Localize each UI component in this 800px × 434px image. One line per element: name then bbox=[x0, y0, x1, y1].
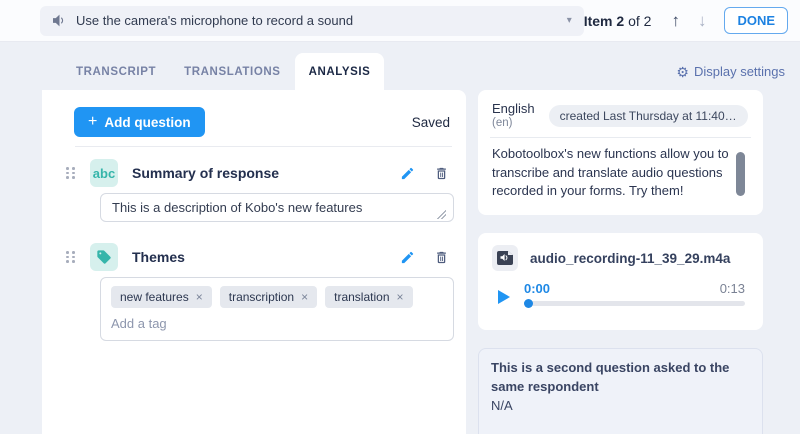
drag-handle-icon[interactable] bbox=[66, 251, 76, 263]
delete-question-button[interactable] bbox=[429, 164, 454, 183]
question-title: Summary of response bbox=[132, 165, 386, 181]
item-counter: Item 2 of 2 bbox=[584, 13, 652, 29]
item-counter-total: of 2 bbox=[624, 13, 651, 29]
question-selector-dropdown[interactable]: Use the camera's microphone to record a … bbox=[40, 6, 584, 36]
audio-file-row: audio_recording-11_39_29.m4a bbox=[492, 245, 749, 271]
done-button[interactable]: DONE bbox=[724, 7, 788, 34]
analysis-panel-header: + Add question Saved bbox=[74, 107, 450, 137]
tag-chip: transcription × bbox=[220, 286, 317, 308]
play-button[interactable] bbox=[492, 290, 510, 306]
audio-progress-area: 0:00 0:13 bbox=[524, 281, 749, 306]
question-row-summary: abc Summary of response bbox=[66, 159, 454, 187]
transcript-text: Kobotoolbox's new functions allow you to… bbox=[492, 145, 740, 200]
language-block: English (en) bbox=[492, 101, 535, 129]
next-item-button[interactable]: ↓ bbox=[694, 10, 711, 31]
tab-translations[interactable]: TRANSLATIONS bbox=[170, 53, 294, 90]
trash-icon bbox=[434, 166, 449, 181]
next-question-answer: N/A bbox=[491, 397, 750, 416]
audio-file-icon bbox=[492, 245, 518, 271]
audio-time-row: 0:00 0:13 bbox=[524, 281, 745, 296]
total-duration: 0:13 bbox=[720, 281, 745, 296]
chevron-down-icon: ▾ bbox=[567, 15, 572, 26]
remove-tag-icon[interactable]: × bbox=[397, 291, 404, 303]
add-tag-input[interactable]: Add a tag bbox=[111, 316, 443, 331]
add-question-label: Add question bbox=[104, 115, 190, 130]
drag-handle-icon[interactable] bbox=[66, 167, 76, 179]
summary-response-field: This is a description of Kobo's new feat… bbox=[100, 193, 454, 227]
item-counter-current: Item 2 bbox=[584, 13, 624, 29]
tab-bar: TRANSCRIPT TRANSLATIONS ANALYSIS bbox=[62, 53, 384, 90]
plus-icon: + bbox=[88, 114, 97, 130]
tag-icon bbox=[96, 249, 112, 265]
display-settings-button[interactable]: ⚙ Display settings bbox=[676, 64, 785, 90]
delete-question-button[interactable] bbox=[429, 248, 454, 267]
pencil-icon bbox=[400, 166, 415, 181]
card-divider bbox=[490, 137, 751, 138]
question-title: Themes bbox=[132, 249, 386, 265]
tag-chip-label: new features bbox=[120, 290, 189, 304]
scrollbar-thumb[interactable] bbox=[736, 152, 745, 196]
next-question-card: This is a second question asked to the s… bbox=[478, 348, 763, 434]
main-area: TRANSCRIPT TRANSLATIONS ANALYSIS ⚙ Displ… bbox=[0, 42, 800, 434]
top-bar: Use the camera's microphone to record a … bbox=[0, 0, 800, 42]
tab-transcript[interactable]: TRANSCRIPT bbox=[62, 53, 170, 90]
audio-filename: audio_recording-11_39_29.m4a bbox=[530, 251, 730, 266]
language-code: (en) bbox=[492, 117, 535, 129]
tag-chip-label: translation bbox=[334, 290, 389, 304]
themes-tags-field[interactable]: new features × transcription × translati… bbox=[100, 277, 454, 341]
language-name: English bbox=[492, 101, 535, 117]
audio-seek-bar[interactable] bbox=[524, 301, 745, 306]
current-time: 0:00 bbox=[524, 281, 550, 296]
previous-item-button[interactable]: ↑ bbox=[667, 10, 684, 31]
next-question-text: This is a second question asked to the s… bbox=[491, 359, 750, 397]
tag-question-type-icon bbox=[90, 243, 118, 271]
created-date-badge: created Last Thursday at 11:40… bbox=[549, 105, 748, 127]
seek-handle[interactable] bbox=[524, 299, 533, 308]
language-header: English (en) created Last Thursday at 11… bbox=[492, 101, 749, 129]
remove-tag-icon[interactable]: × bbox=[196, 291, 203, 303]
tag-chip: new features × bbox=[111, 286, 212, 308]
content-header: TRANSCRIPT TRANSLATIONS ANALYSIS ⚙ Displ… bbox=[42, 50, 785, 90]
edit-question-button[interactable] bbox=[395, 164, 420, 183]
speaker-file-icon bbox=[497, 251, 513, 265]
trash-icon bbox=[434, 250, 449, 265]
tab-analysis[interactable]: ANALYSIS bbox=[295, 53, 385, 90]
audio-player-controls: 0:00 0:13 bbox=[492, 281, 749, 306]
tag-chip-list: new features × transcription × translati… bbox=[111, 286, 443, 308]
add-question-button[interactable]: + Add question bbox=[74, 107, 205, 137]
gear-icon: ⚙ bbox=[676, 65, 689, 79]
transcript-preview-card: English (en) created Last Thursday at 11… bbox=[478, 90, 763, 215]
tag-chip: translation × bbox=[325, 286, 412, 308]
pencil-icon bbox=[400, 250, 415, 265]
remove-tag-icon[interactable]: × bbox=[301, 291, 308, 303]
content-body: + Add question Saved abc Summary of resp… bbox=[42, 90, 785, 434]
speaker-icon bbox=[52, 14, 67, 27]
tag-chip-label: transcription bbox=[229, 290, 294, 304]
display-settings-label: Display settings bbox=[694, 64, 785, 79]
analysis-panel: + Add question Saved abc Summary of resp… bbox=[42, 90, 466, 434]
edit-question-button[interactable] bbox=[395, 248, 420, 267]
text-question-type-icon: abc bbox=[90, 159, 118, 187]
audio-player-card: audio_recording-11_39_29.m4a 0:00 0:13 bbox=[478, 233, 763, 330]
right-sidebar: English (en) created Last Thursday at 11… bbox=[478, 90, 763, 434]
summary-response-input[interactable]: This is a description of Kobo's new feat… bbox=[100, 193, 454, 222]
selected-question-label: Use the camera's microphone to record a … bbox=[76, 13, 558, 28]
play-icon bbox=[498, 290, 510, 304]
panel-divider bbox=[75, 146, 452, 147]
save-status: Saved bbox=[412, 115, 450, 130]
question-row-themes: Themes bbox=[66, 243, 454, 271]
